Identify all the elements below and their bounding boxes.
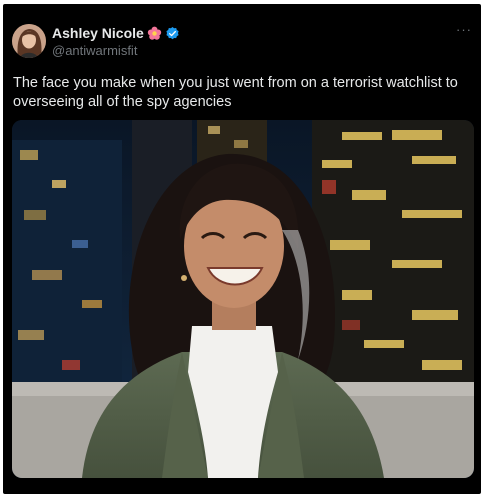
more-options-icon[interactable]: ···: [456, 22, 472, 37]
verified-badge-icon[interactable]: [165, 26, 180, 41]
tweet-text: The face you make when you just went fro…: [13, 75, 458, 110]
author-avatar[interactable]: [12, 24, 46, 58]
author-name-row: Ashley Nicole: [52, 24, 180, 42]
author-handle[interactable]: @antiwarmisfit: [52, 43, 137, 58]
screenshot-frame: Ashley Nicole @antiwarmisfit ··· The fac…: [0, 0, 485, 500]
avatar-image: [12, 24, 46, 58]
flower-emoji-icon: [147, 26, 162, 41]
tweet-media-image[interactable]: [12, 120, 474, 478]
author-name[interactable]: Ashley Nicole: [52, 25, 144, 41]
tweet-card[interactable]: Ashley Nicole @antiwarmisfit ··· The fac…: [3, 4, 481, 494]
photo-woman-smiling: [12, 120, 474, 478]
